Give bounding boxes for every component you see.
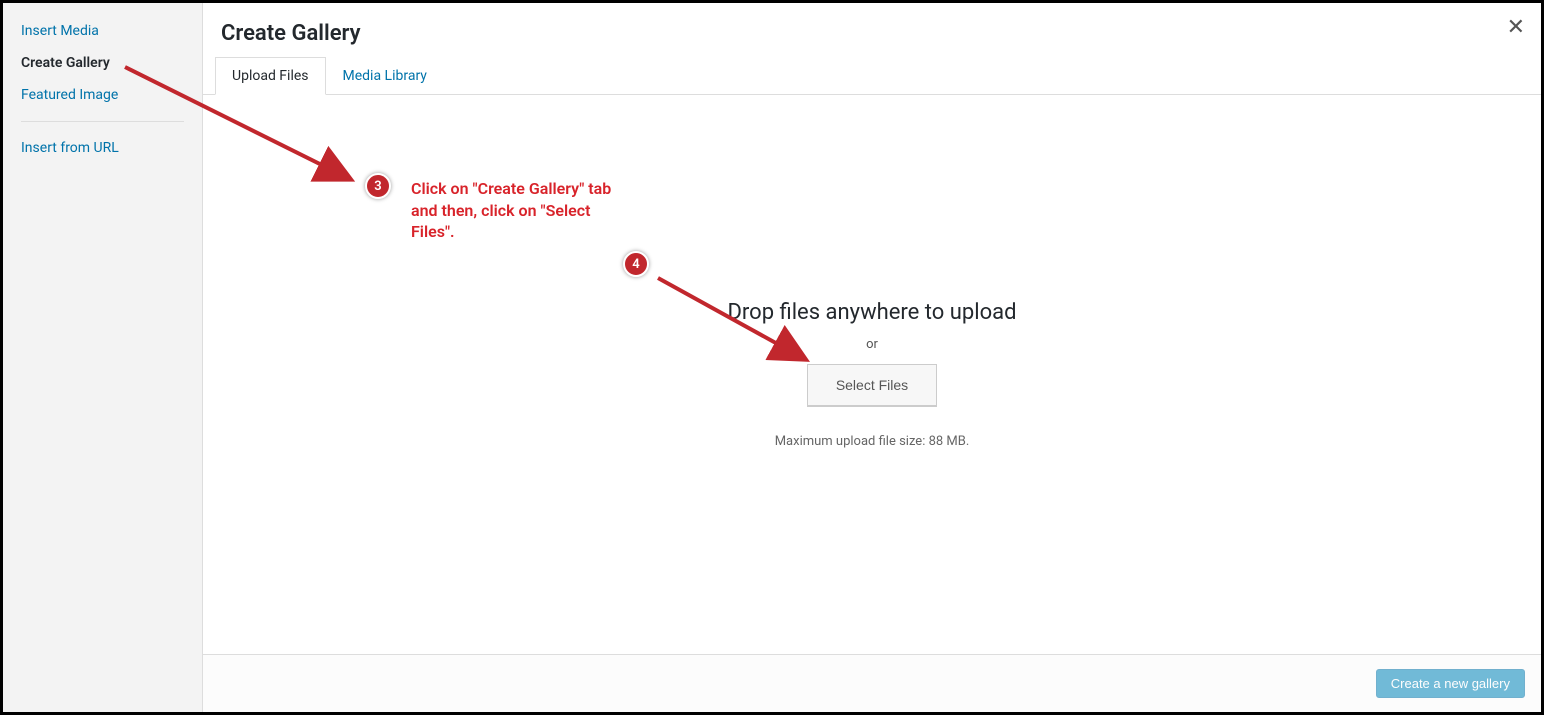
sidebar: Insert Media Create Gallery Featured Ima… [3,3,203,712]
sidebar-item-featured-image[interactable]: Featured Image [3,79,202,111]
sidebar-item-insert-from-url[interactable]: Insert from URL [3,132,202,164]
sidebar-divider [21,121,184,122]
media-modal: Insert Media Create Gallery Featured Ima… [3,3,1541,712]
tab-media-library[interactable]: Media Library [326,57,444,95]
select-files-button[interactable]: Select Files [807,364,937,406]
tab-upload-files[interactable]: Upload Files [215,57,326,95]
create-new-gallery-button[interactable]: Create a new gallery [1376,669,1525,698]
close-icon[interactable]: ✕ [1507,17,1525,39]
modal-header: Create Gallery [203,3,1541,56]
max-upload-size-label: Maximum upload file size: 88 MB. [727,434,1016,449]
drop-title: Drop files anywhere to upload [727,300,1016,325]
tabs-bar: Upload Files Media Library [203,56,1541,95]
sidebar-item-insert-media[interactable]: Insert Media [3,15,202,47]
sidebar-item-create-gallery[interactable]: Create Gallery [3,47,202,79]
drop-area[interactable]: Drop files anywhere to upload or Select … [727,300,1016,449]
modal-footer: Create a new gallery [203,654,1541,712]
upload-content: Drop files anywhere to upload or Select … [203,95,1541,654]
drop-or-label: or [727,337,1016,352]
page-title: Create Gallery [221,21,1523,46]
main-panel: ✕ Create Gallery Upload Files Media Libr… [203,3,1541,712]
media-modal-frame: Insert Media Create Gallery Featured Ima… [0,0,1544,715]
